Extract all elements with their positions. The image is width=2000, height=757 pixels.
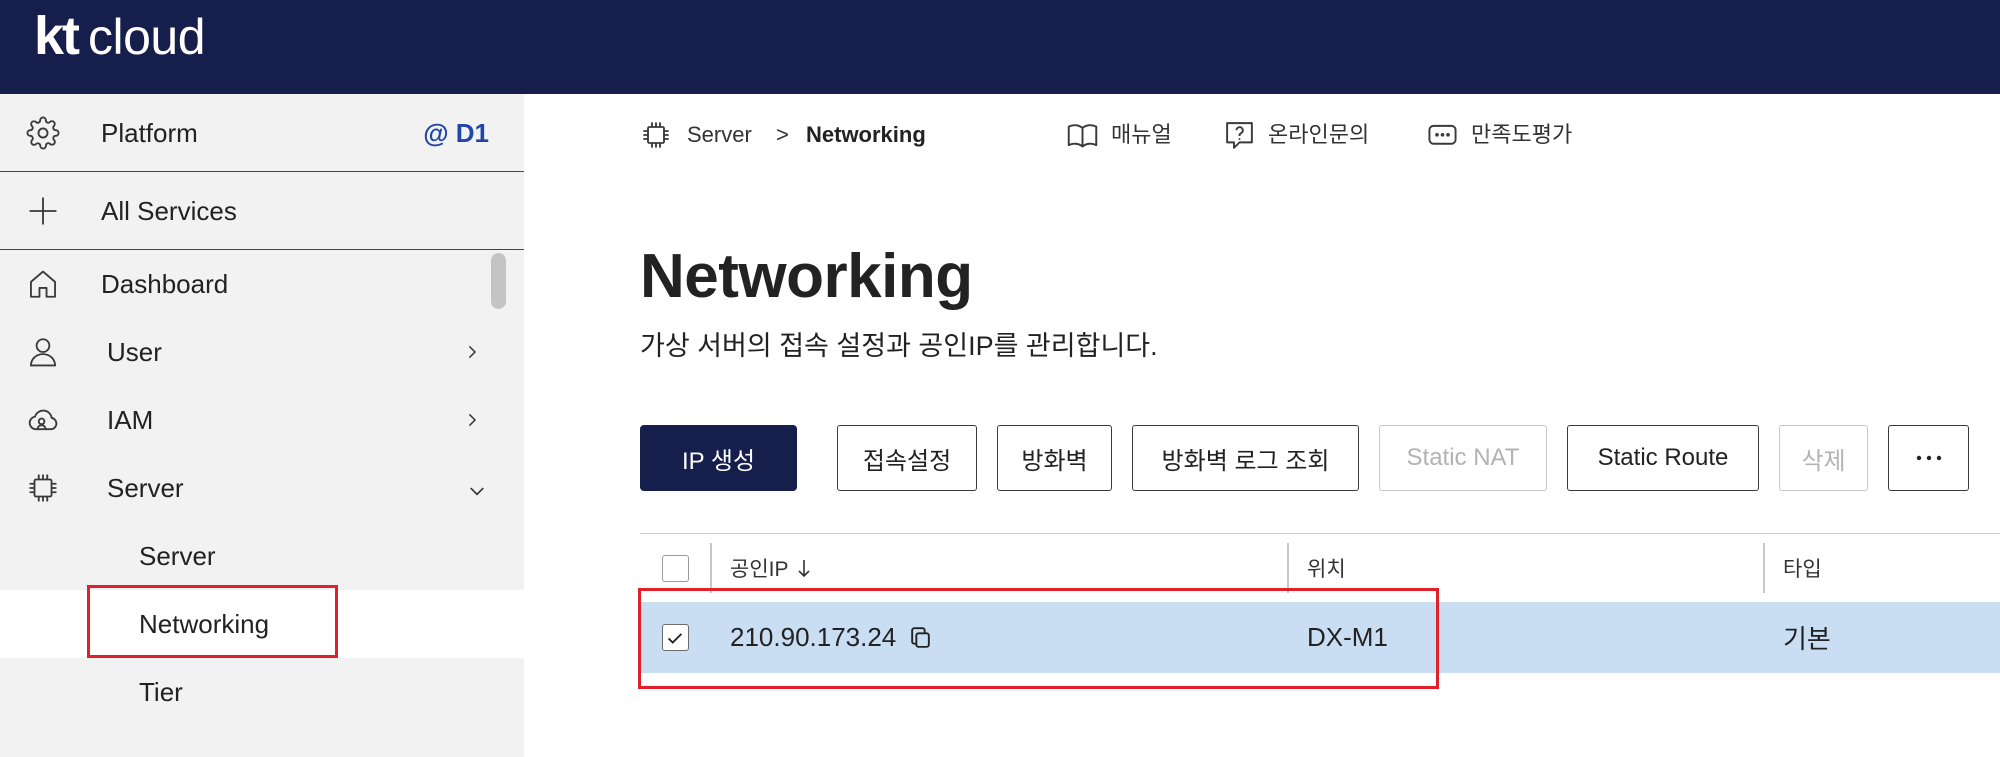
access-settings-button[interactable]: 접속설정: [837, 425, 977, 491]
sidebar-item-label: User: [107, 337, 162, 367]
satisfaction-survey-link[interactable]: 만족도평가: [1426, 115, 1572, 155]
sidebar-item-dashboard[interactable]: Dashboard: [0, 250, 524, 318]
public-ip-cell: 210.90.173.24: [710, 602, 1287, 673]
chip-icon: [26, 471, 60, 505]
column-header-location[interactable]: 위치: [1287, 534, 1763, 602]
breadcrumb-current: Networking: [806, 122, 926, 147]
satisfaction-survey-label: 만족도평가: [1471, 122, 1573, 147]
type-value: 기본: [1783, 624, 1831, 654]
sidebar: Platform @ D1 All Services Dashboard Use…: [0, 94, 524, 757]
logo-kt-text: kt: [34, 6, 80, 66]
row-checkbox[interactable]: [661, 624, 689, 651]
chevron-down-icon: [467, 481, 487, 501]
cloud-icon: [26, 403, 60, 437]
breadcrumb-separator: >: [776, 122, 789, 147]
plus-icon: [26, 194, 60, 228]
gear-icon: [26, 116, 60, 150]
location-value: DX-M1: [1307, 622, 1388, 652]
user-icon: [26, 335, 60, 369]
top-header: kt cloud: [0, 0, 2000, 94]
static-nat-button[interactable]: Static NAT: [1379, 425, 1547, 491]
copy-icon[interactable]: [908, 625, 933, 650]
dots-bubble-icon: [1428, 124, 1457, 145]
more-button[interactable]: [1888, 425, 1969, 491]
kt-cloud-logo[interactable]: kt cloud: [34, 6, 206, 66]
select-all-checkbox[interactable]: [661, 554, 689, 582]
column-header-public-ip[interactable]: 공인IP: [710, 534, 1287, 602]
submenu-item-tier[interactable]: Tier: [0, 658, 524, 726]
firewall-button[interactable]: 방화벽: [997, 425, 1112, 491]
sidebar-item-server[interactable]: Server: [0, 454, 524, 522]
all-services-button[interactable]: All Services: [0, 172, 524, 250]
logo-cloud-text: cloud: [88, 9, 206, 65]
manual-link-label: 매뉴얼: [1111, 122, 1172, 147]
chevron-right-icon: [463, 343, 481, 361]
page-subtitle: 가상 서버의 접속 설정과 공인IP를 관리합니다.: [640, 331, 1158, 361]
all-services-label: All Services: [101, 195, 237, 226]
sidebar-item-label: Dashboard: [101, 269, 229, 299]
type-cell: 기본: [1763, 602, 2000, 673]
page-title: Networking: [640, 242, 973, 311]
book-icon: [1067, 123, 1098, 147]
create-ip-button[interactable]: IP 생성: [640, 425, 797, 491]
check-icon: [667, 632, 683, 644]
delete-button[interactable]: 삭제: [1779, 425, 1868, 491]
action-toolbar: IP 생성 접속설정 방화벽 방화벽 로그 조회 Static NAT Stat…: [640, 425, 1969, 491]
platform-label: Platform: [101, 117, 198, 148]
table-row[interactable]: 210.90.173.24 DX-M1 기본: [640, 602, 2000, 673]
home-icon: [26, 267, 60, 301]
submenu-item-label: Networking: [139, 609, 270, 639]
sidebar-scrollbar[interactable]: [491, 253, 506, 309]
submenu-item-networking[interactable]: Networking: [0, 590, 524, 658]
table-header-row: 공인IP 위치 타입: [640, 533, 2000, 602]
online-inquiry-link[interactable]: 온라인문의: [1223, 115, 1369, 155]
column-header-label: 공인IP: [730, 558, 789, 581]
chevron-right-icon: [463, 411, 481, 429]
more-icon: [1916, 455, 1941, 461]
breadcrumb-parent[interactable]: Server: [687, 115, 752, 155]
platform-selector[interactable]: Platform @ D1: [0, 94, 524, 172]
online-inquiry-label: 온라인문의: [1268, 122, 1370, 147]
platform-badge: @ D1: [423, 117, 489, 148]
public-ip-value: 210.90.173.24: [730, 622, 897, 652]
manual-link[interactable]: 매뉴얼: [1066, 115, 1172, 155]
column-header-label: 위치: [1307, 558, 1346, 581]
sort-down-icon[interactable]: [796, 558, 812, 578]
static-route-button[interactable]: Static Route: [1567, 425, 1759, 491]
submenu-item-label: Tier: [139, 677, 183, 707]
sidebar-item-label: IAM: [107, 405, 154, 435]
firewall-log-button[interactable]: 방화벽 로그 조회: [1132, 425, 1359, 491]
column-header-label: 타입: [1783, 558, 1822, 581]
select-all-cell: [640, 534, 710, 602]
submenu-item-label: Server: [139, 541, 216, 571]
public-ip-table: 공인IP 위치 타입 210.90.173.24 DX-M1 기본: [640, 533, 2000, 673]
question-bubble-icon: [1226, 121, 1253, 149]
column-header-type[interactable]: 타입: [1763, 534, 2000, 602]
submenu-item-server[interactable]: Server: [0, 522, 524, 590]
sidebar-item-user[interactable]: User: [0, 318, 524, 386]
chip-icon: [640, 119, 672, 151]
row-select-cell: [640, 602, 710, 673]
sidebar-item-iam[interactable]: IAM: [0, 386, 524, 454]
sidebar-item-label: Server: [107, 473, 184, 503]
location-cell: DX-M1: [1287, 602, 1763, 673]
